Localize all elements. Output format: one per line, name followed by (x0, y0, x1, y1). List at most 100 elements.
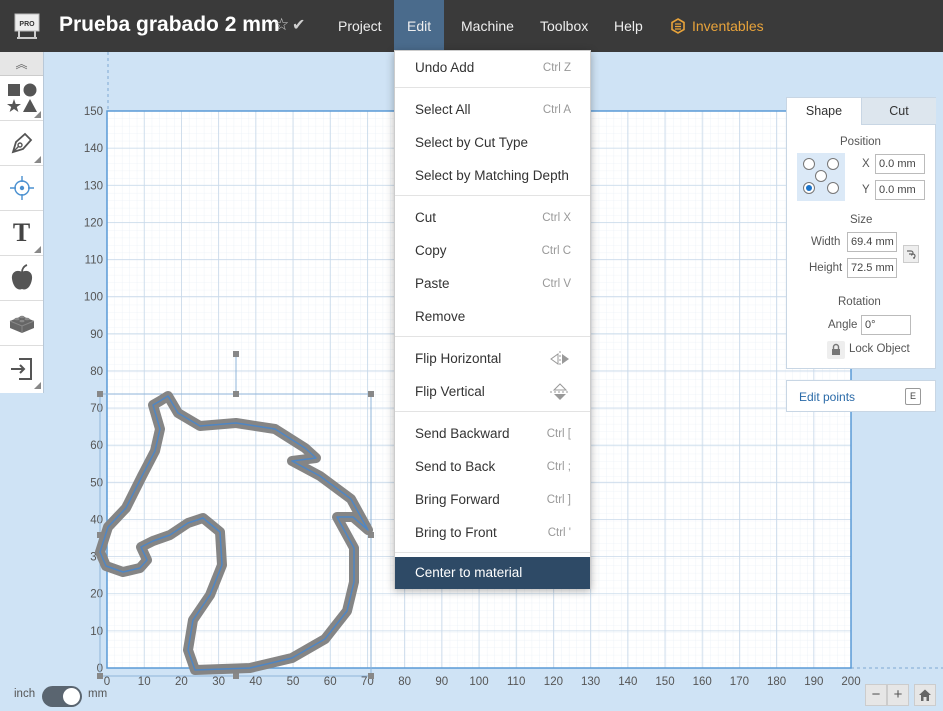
collapse-toolbar-button[interactable]: ︽ (0, 52, 43, 76)
width-label: Width (811, 236, 841, 248)
edit-points-shortcut-key: E (905, 388, 921, 405)
check-icon: ✔ (292, 17, 306, 34)
y-tick-label: 10 (90, 626, 103, 638)
pen-icon (11, 132, 32, 154)
y-position-input[interactable]: 0.0 mm (875, 180, 925, 200)
y-tick-label: 90 (90, 329, 103, 341)
lock-object-label[interactable]: Lock Object (849, 343, 910, 355)
y-tick-label: 70 (90, 403, 103, 415)
menu-item-flip-vertical[interactable]: Flip Vertical (395, 377, 590, 407)
inventables-label: Inventables (692, 18, 764, 34)
x-tick-label: 190 (804, 676, 823, 688)
x-tick-label: 100 (469, 676, 488, 688)
pen-tool[interactable] (0, 121, 43, 166)
anchor-top-left[interactable] (803, 158, 815, 170)
x-tick-label: 40 (249, 676, 262, 688)
target-tool[interactable] (0, 166, 43, 211)
x-tick-label: 110 (507, 676, 525, 688)
menu-help[interactable]: Help (601, 0, 656, 52)
zoom-in-button[interactable]: + (887, 684, 909, 706)
menu-machine[interactable]: Machine (448, 0, 527, 52)
import-tool[interactable] (0, 346, 43, 391)
menu-item-remove[interactable]: Remove (395, 302, 590, 332)
tab-cut[interactable]: Cut (862, 98, 936, 125)
menu-item-cut[interactable]: Cut Ctrl X (395, 203, 590, 233)
y-tick-label: 150 (84, 106, 103, 118)
import-icon (10, 357, 32, 380)
logo-icon[interactable]: PRO (12, 11, 42, 41)
anchor-bottom-right[interactable] (827, 182, 839, 194)
menu-item-center-to-material[interactable]: Center to material (395, 557, 590, 589)
anchor-bottom-left[interactable] (803, 182, 815, 194)
x-tick-label: 60 (324, 676, 337, 688)
menu-item-select-all[interactable]: Select All Ctrl A (395, 95, 590, 125)
y-tick-label: 120 (84, 217, 103, 229)
y-tick-label: 80 (90, 366, 103, 378)
y-tick-label: 130 (84, 180, 103, 192)
shapes-tool[interactable] (0, 76, 43, 121)
shape-properties-panel: Shape Cut Position X 0.0 mm Y 0.0 mm Siz… (786, 97, 936, 369)
menu-item-select-by-matching-depth[interactable]: Select by Matching Depth (395, 161, 590, 191)
apps-tool[interactable] (0, 301, 43, 346)
angle-input[interactable]: 0° (861, 315, 911, 335)
width-input[interactable]: 69.4 mm (847, 232, 897, 252)
lock-icon[interactable] (827, 341, 845, 359)
menu-inventables[interactable]: Inventables (657, 0, 777, 52)
menu-item-bring-to-front[interactable]: Bring to Front Ctrl ' (395, 518, 590, 548)
unit-toggle[interactable] (42, 686, 82, 707)
home-button[interactable] (914, 684, 936, 706)
x-position-input[interactable]: 0.0 mm (875, 154, 925, 174)
icon-library-tool[interactable] (0, 256, 43, 301)
anchor-center[interactable] (815, 170, 827, 182)
edit-points-button[interactable]: Edit points (799, 390, 855, 404)
x-tick-label: 140 (618, 676, 637, 688)
lego-brick-icon (9, 315, 34, 333)
y-tick-label: 110 (85, 255, 103, 267)
document-title[interactable]: Prueba grabado 2 mm (59, 13, 280, 37)
menu-toolbox[interactable]: Toolbox (527, 0, 601, 52)
y-tick-label: 40 (90, 514, 103, 526)
zoom-out-button[interactable]: − (865, 684, 887, 706)
left-toolbar: ︽ T (0, 52, 44, 393)
rotation-handle[interactable] (233, 351, 239, 357)
shapes-icon (6, 83, 37, 112)
anchor-top-right[interactable] (827, 158, 839, 170)
link-proportions-icon[interactable] (903, 245, 919, 263)
menu-item-flip-horizontal[interactable]: Flip Horizontal (395, 344, 590, 374)
x-label: X (862, 158, 870, 170)
height-input[interactable]: 72.5 mm (847, 258, 897, 278)
position-label: Position (840, 136, 881, 148)
text-tool[interactable]: T (0, 211, 43, 256)
unit-inch-label: inch (14, 688, 36, 700)
size-label: Size (850, 214, 873, 226)
menu-item-copy[interactable]: Copy Ctrl C (395, 236, 590, 266)
y-label: Y (862, 184, 870, 196)
menu-item-send-backward[interactable]: Send Backward Ctrl [ (395, 419, 590, 449)
x-tick-label: 130 (581, 676, 600, 688)
x-tick-label: 20 (175, 676, 188, 688)
menu-item-undo-add[interactable]: Undo Add Ctrl Z (395, 53, 590, 83)
unit-mm-label: mm (88, 688, 108, 700)
star-icon[interactable]: ☆ (274, 15, 289, 35)
tab-shape[interactable]: Shape (787, 98, 862, 125)
y-tick-label: 140 (84, 143, 103, 155)
menu-item-select-by-cut-type[interactable]: Select by Cut Type (395, 128, 590, 158)
rotation-label: Rotation (838, 296, 881, 308)
x-tick-label: 120 (544, 676, 563, 688)
position-anchor-picker[interactable] (797, 153, 845, 201)
x-tick-label: 10 (138, 676, 151, 688)
menu-edit[interactable]: Edit (394, 0, 445, 52)
menu-item-bring-forward[interactable]: Bring Forward Ctrl ] (395, 485, 590, 515)
menu-item-send-to-back[interactable]: Send to Back Ctrl ; (395, 452, 590, 482)
apple-icon (11, 264, 32, 290)
y-tick-label: 60 (90, 440, 103, 452)
x-tick-label: 180 (767, 676, 786, 688)
x-tick-label: 50 (287, 676, 300, 688)
x-tick-label: 90 (435, 676, 448, 688)
inventables-icon (671, 18, 685, 34)
top-bar: PRO Prueba grabado 2 mm ☆ ✔ Project Edit… (0, 0, 943, 52)
menu-item-paste[interactable]: Paste Ctrl V (395, 269, 590, 299)
flip-horizontal-icon (550, 351, 569, 367)
x-tick-label: 0 (104, 676, 110, 688)
menu-project[interactable]: Project (325, 0, 395, 52)
